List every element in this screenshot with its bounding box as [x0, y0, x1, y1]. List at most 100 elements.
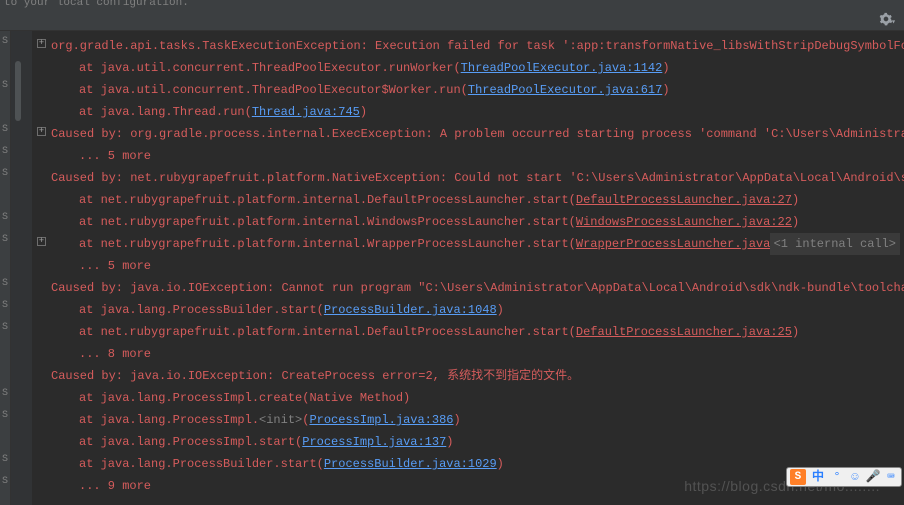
filter-char: [0, 185, 10, 207]
stack-trace-line: ... 5 more: [37, 145, 904, 167]
filter-char: S: [0, 207, 10, 229]
ime-logo-icon: S: [790, 469, 806, 485]
filter-char: S: [0, 449, 10, 471]
filter-char: [0, 339, 10, 361]
filter-char: [0, 251, 10, 273]
filter-char: S: [0, 163, 10, 185]
stack-trace-line: at java.lang.ProcessImpl.<init>(ProcessI…: [37, 409, 904, 431]
filter-char: S: [0, 141, 10, 163]
fold-toggle[interactable]: +: [37, 237, 46, 246]
stack-trace-line: + org.gradle.api.tasks.TaskExecutionExcep…: [37, 35, 904, 57]
gutter: [11, 31, 33, 505]
filter-char: S: [0, 31, 10, 53]
source-link[interactable]: DefaultProcessLauncher.java:27: [576, 193, 792, 207]
filter-char: S: [0, 405, 10, 427]
trace-text: <init>: [259, 413, 302, 427]
stack-trace-line: Caused by: java.io.IOException: CreatePr…: [37, 365, 904, 387]
ime-keyboard-icon[interactable]: ⌨: [884, 470, 898, 484]
filter-char: [0, 97, 10, 119]
filter-char: S: [0, 119, 10, 141]
filter-char: [0, 427, 10, 449]
console-output[interactable]: + org.gradle.api.tasks.TaskExecutionExcep…: [33, 31, 904, 505]
ime-lang[interactable]: 中: [810, 466, 826, 488]
stack-trace-line: at java.util.concurrent.ThreadPoolExecut…: [37, 57, 904, 79]
stack-trace-line: Caused by: java.io.IOException: Cannot r…: [37, 277, 904, 299]
filter-char: S: [0, 471, 10, 493]
source-link[interactable]: ThreadPoolExecutor.java:1142: [461, 61, 663, 75]
trace-text: at net.rubygrapefruit.platform.internal.…: [79, 215, 576, 229]
source-link[interactable]: ThreadPoolExecutor.java:617: [468, 83, 662, 97]
scroll-handle[interactable]: [15, 61, 21, 121]
trace-text: ): [497, 457, 504, 471]
stack-trace-line: at java.lang.Thread.run(Thread.java:745): [37, 101, 904, 123]
console-toolbar: ▾: [0, 10, 904, 31]
trace-text: at net.rubygrapefruit.platform.internal.…: [79, 325, 576, 339]
trace-text: ): [453, 413, 460, 427]
ime-emoji-icon[interactable]: ☺: [848, 470, 862, 484]
trace-text: ... 9 more: [79, 479, 151, 493]
stack-trace-line: at java.lang.ProcessBuilder.start(Proces…: [37, 299, 904, 321]
source-link[interactable]: Thread.java:745: [252, 105, 360, 119]
stack-trace-line: + Caused by: org.gradle.process.internal.…: [37, 123, 904, 145]
trace-text: ): [792, 193, 799, 207]
trace-text: org.gradle.api.tasks.TaskExecutionExcept…: [51, 39, 904, 53]
trace-text: at java.lang.ProcessBuilder.start(: [79, 457, 324, 471]
stack-trace-line: at net.rubygrapefruit.platform.internal.…: [37, 211, 904, 233]
stack-trace-line: at java.util.concurrent.ThreadPoolExecut…: [37, 79, 904, 101]
source-link[interactable]: WindowsProcessLauncher.java:22: [576, 215, 792, 229]
trace-text: ): [662, 61, 669, 75]
stack-trace-line: at net.rubygrapefruit.platform.internal.…: [37, 189, 904, 211]
trace-text: Caused by: java.io.IOException: CreatePr…: [51, 369, 579, 383]
stack-trace-line: at java.lang.ProcessImpl.start(ProcessIm…: [37, 431, 904, 453]
trace-text: at java.lang.ProcessImpl.: [79, 413, 259, 427]
gear-icon[interactable]: ▾: [879, 12, 896, 30]
filter-char: S: [0, 273, 10, 295]
ime-toolbar[interactable]: S 中 ° ☺ 🎤 ⌨: [786, 467, 902, 487]
stack-trace-line: Caused by: net.rubygrapefruit.platform.N…: [37, 167, 904, 189]
trace-text: ... 5 more: [79, 259, 151, 273]
fold-toggle[interactable]: +: [37, 39, 46, 48]
internal-calls-note[interactable]: <1 internal call>: [770, 233, 900, 255]
source-link[interactable]: ProcessBuilder.java:1029: [324, 457, 497, 471]
filter-char: S: [0, 295, 10, 317]
ime-mic-icon[interactable]: 🎤: [866, 470, 880, 484]
trace-text: ): [792, 215, 799, 229]
filter-char: S: [0, 75, 10, 97]
filter-char: [0, 53, 10, 75]
ime-punct-icon[interactable]: °: [830, 470, 844, 484]
trace-text: at java.lang.ProcessImpl.start(: [79, 435, 302, 449]
source-link[interactable]: ProcessBuilder.java:1048: [324, 303, 497, 317]
filter-char: S: [0, 229, 10, 251]
trace-text: Caused by: java.io.IOException: Cannot r…: [51, 281, 904, 295]
trace-text: ): [662, 83, 669, 97]
stack-trace-line: at java.lang.ProcessImpl.create(Native M…: [37, 387, 904, 409]
trace-text: at java.lang.Thread.run(: [79, 105, 252, 119]
trace-text: at java.lang.ProcessBuilder.start(: [79, 303, 324, 317]
trace-text: at java.util.concurrent.ThreadPoolExecut…: [79, 83, 468, 97]
filter-rail[interactable]: SSSSSSSSSSSSSS: [0, 31, 11, 505]
trace-text: Caused by: net.rubygrapefruit.platform.N…: [51, 171, 904, 185]
trace-text: ): [360, 105, 367, 119]
filter-char: S: [0, 383, 10, 405]
source-link[interactable]: ProcessImpl.java:386: [309, 413, 453, 427]
editor-remnant-text: to your local configuration.: [0, 0, 904, 10]
trace-text: at java.util.concurrent.ThreadPoolExecut…: [79, 61, 461, 75]
trace-text: Caused by: org.gradle.process.internal.E…: [51, 127, 904, 141]
stack-trace-line: ... 8 more: [37, 343, 904, 365]
source-link[interactable]: DefaultProcessLauncher.java:25: [576, 325, 792, 339]
trace-text: at java.lang.ProcessImpl.create(Native M…: [79, 391, 410, 405]
stack-trace-line: ... 5 more: [37, 255, 904, 277]
source-link[interactable]: WrapperProcessLauncher.java:36: [576, 237, 792, 251]
trace-text: ): [497, 303, 504, 317]
stack-trace-line: + at net.rubygrapefruit.platform.internal…: [37, 233, 904, 255]
trace-text: ... 5 more: [79, 149, 151, 163]
fold-toggle[interactable]: +: [37, 127, 46, 136]
trace-text: at net.rubygrapefruit.platform.internal.…: [79, 193, 576, 207]
stack-trace-line: at net.rubygrapefruit.platform.internal.…: [37, 321, 904, 343]
trace-text: ... 8 more: [79, 347, 151, 361]
filter-char: S: [0, 317, 10, 339]
trace-text: ): [792, 325, 799, 339]
source-link[interactable]: ProcessImpl.java:137: [302, 435, 446, 449]
trace-text: at net.rubygrapefruit.platform.internal.…: [79, 237, 576, 251]
stack-trace-line: at java.lang.ProcessBuilder.start(Proces…: [37, 453, 904, 475]
